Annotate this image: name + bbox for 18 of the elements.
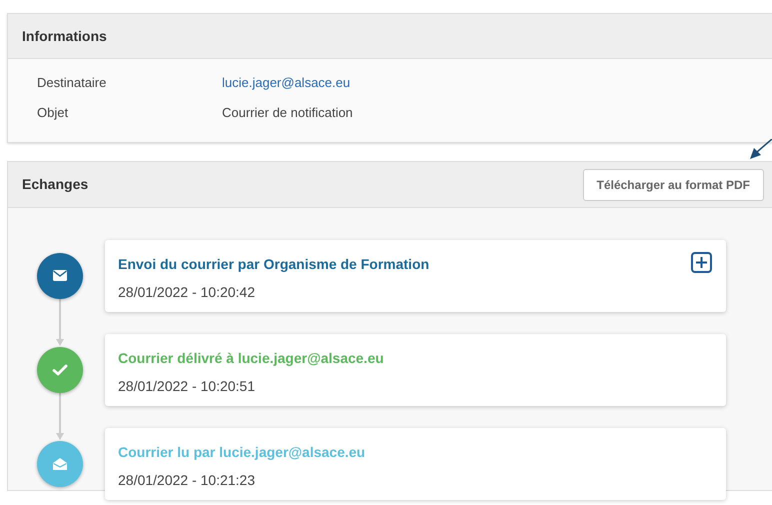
- annotation-arrow: [749, 139, 772, 160]
- event-title: Courrier délivré à lucie.jager@alsace.eu: [118, 349, 384, 368]
- field-label: Objet: [37, 104, 70, 122]
- event-title: Envoi du courrier par Organisme de Formation: [118, 255, 430, 274]
- panel-title: Echanges: [22, 175, 88, 194]
- event-time: 28/01/2022 - 10:21:23: [118, 471, 256, 490]
- email-link[interactable]: lucie.jager@alsace.eu: [222, 73, 350, 92]
- field-value: Courrier de notification: [222, 104, 353, 122]
- connector-arrow: [56, 299, 64, 346]
- download-pdf-button[interactable]: Télécharger au format PDF: [582, 168, 764, 200]
- connector-arrow: [56, 393, 64, 440]
- expand-icon[interactable]: [691, 252, 712, 273]
- panel-title: Informations: [22, 26, 107, 46]
- event-time: 28/01/2022 - 10:20:51: [118, 377, 256, 396]
- event-time: 28/01/2022 - 10:20:42: [118, 283, 256, 302]
- event-title: Courrier lu par lucie.jager@alsace.eu: [118, 443, 366, 462]
- open-envelope-icon: [51, 455, 69, 473]
- field-label: Destinataire: [37, 74, 108, 92]
